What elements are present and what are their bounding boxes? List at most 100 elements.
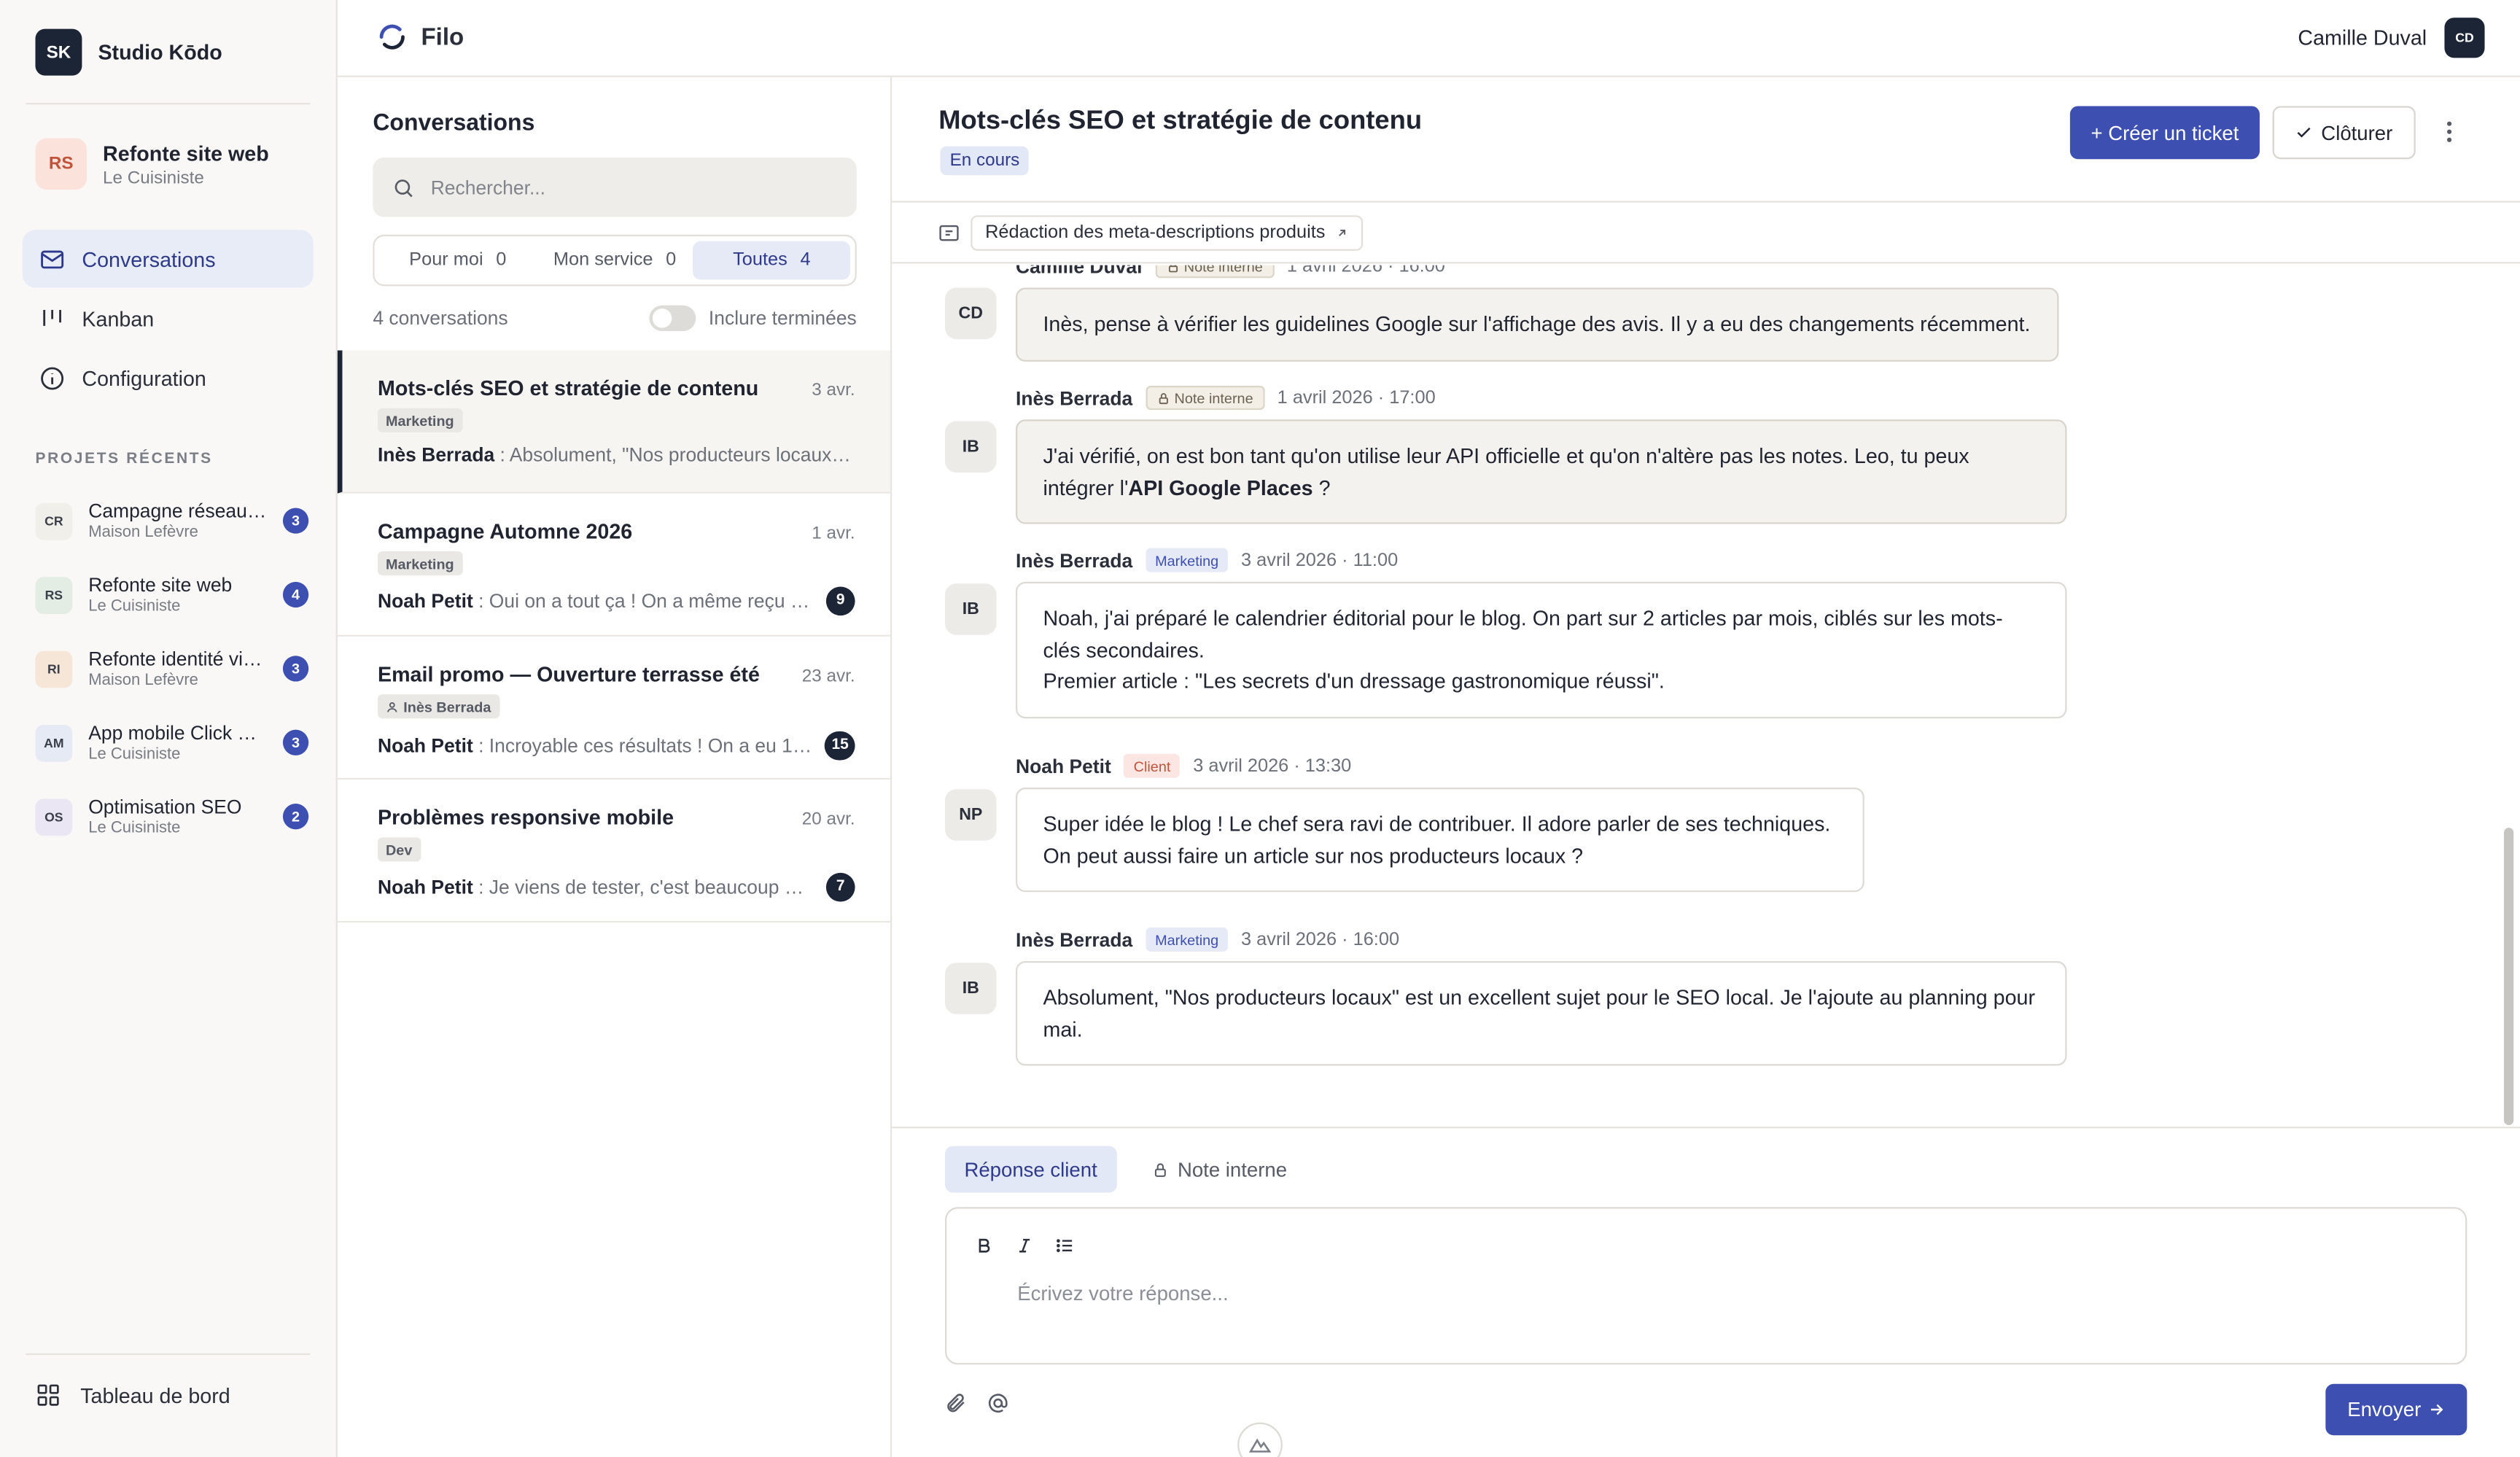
divider [26,1353,311,1356]
preview-text: : Incroyable ces résultats ! On a eu 1… [472,734,812,757]
search-input[interactable]: Rechercher... [373,158,857,217]
create-ticket-button[interactable]: + Créer un ticket [2069,106,2260,160]
toggle-switch[interactable] [649,305,696,332]
nav-dashboard[interactable]: Tableau de bord [35,1383,230,1408]
thread-scrollbar[interactable] [2503,828,2514,1125]
preview-text: : Je viens de tester, c'est beaucoup mie… [472,875,820,898]
avatar: IB [945,421,997,473]
recent-project-item[interactable]: CR Campagne réseau… Maison Lefèvre 3 [35,489,309,553]
tab-count: 0 [666,250,677,271]
search-placeholder: Rechercher... [430,176,546,199]
conversation-preview: Noah Petit : Oui on a tout ça ! On a mêm… [378,589,820,612]
user-name: Camille Duval [2298,26,2427,50]
recent-project-item[interactable]: OS Optimisation SEO Le Cuisiniste 2 [35,785,309,849]
recent-project-count: 3 [282,508,309,534]
send-button[interactable]: Envoyer [2325,1383,2468,1436]
recent-project-item[interactable]: RS Refonte site web Le Cuisiniste 4 [35,562,309,626]
conversation-item[interactable]: Mots-clés SEO et stratégie de contenu 3 a… [337,350,891,494]
recent-project-item[interactable]: RI Refonte identité vi… Maison Lefèvre 3 [35,637,309,701]
message-header: Noah Petit Client 3 avril 2026 · 13:30 [1015,753,1352,778]
mention-icon[interactable] [987,1392,1009,1415]
message-thread[interactable]: Camille Duval Note interne 1 avril 2026 … [892,265,2520,1129]
workspace-switcher[interactable]: SK Studio Kōdo [35,28,222,76]
tab-toutes[interactable]: Toutes 4 [693,241,851,280]
avatar: IB [945,963,997,1014]
bullet-list-icon[interactable] [1053,1233,1077,1257]
conversation-item[interactable]: Problèmes responsive mobile 20 avr. Dev N… [337,780,891,923]
conversation-item[interactable]: Email promo — Ouverture terrasse été 23 a… [337,637,891,780]
message-text: ? [1312,475,1331,500]
preview-author: Inès Berrada [377,443,495,466]
recent-project-name: Optimisation SEO [88,796,242,818]
send-label: Envoyer [2347,1398,2422,1421]
avatar: CD [945,287,997,340]
nav-kanban[interactable]: Kanban [23,290,314,347]
more-options-icon[interactable] [2438,116,2461,148]
message-time: 3 avril 2026 · 13:30 [1193,756,1352,776]
user-icon [387,701,397,712]
message-bubble: Inès, pense à vérifier les guidelines Go… [1015,287,2059,361]
nav-configuration[interactable]: Configuration [23,349,314,406]
nav-conversations[interactable]: Conversations [22,230,314,288]
tab-client-reply[interactable]: Réponse client [945,1146,1117,1193]
conversation-header: Mots-clés SEO et stratégie de contenu En… [892,77,2520,203]
linked-ticket-chip[interactable]: Rédaction des meta-descriptions produits [971,215,1363,251]
preview-author: Noah Petit [377,588,473,612]
paperclip-icon[interactable] [945,1392,968,1415]
nav-label: Configuration [82,365,206,390]
conversation-date: 1 avr. [812,524,855,543]
app-logo[interactable]: Filo [376,21,464,53]
reply-mode-tabs: Réponse client Note interne [945,1146,1307,1193]
recent-project-client: Maison Lefèvre [88,524,198,542]
conversation-preview: Noah Petit : Incroyable ces résultats ! … [378,734,812,756]
attachment-tools [945,1392,1009,1415]
conversation-item[interactable]: Campagne Automne 2026 1 avr. Marketing No… [337,494,891,637]
toggle-label: Inclure terminées [708,306,857,330]
italic-icon[interactable] [1013,1233,1037,1257]
team-badge: Marketing [1145,548,1229,572]
topbar: Filo Camille Duval CD [337,0,2520,77]
recent-project-item[interactable]: AM App mobile Click … Le Cuisiniste 3 [35,710,309,774]
bold-icon[interactable] [972,1233,996,1257]
message-header: Inès Berrada Marketing 3 avril 2026 · 11… [1016,548,1398,572]
tab-internal-note[interactable]: Note interne [1132,1146,1306,1193]
message-text: Premier article : "Les secrets d'un dres… [1043,668,1665,693]
dashboard-label: Tableau de bord [80,1383,230,1407]
recent-project-client: Le Cuisiniste [88,820,181,838]
current-project[interactable]: RS Refonte site web Le Cuisiniste [35,138,269,190]
workspace-name: Studio Kōdo [98,40,222,65]
unread-count: 7 [825,871,855,901]
recent-project-name: App mobile Click … [88,721,257,745]
workspace-logo: SK [35,28,82,76]
internal-note-badge: Note interne [1155,265,1275,279]
conversation-date: 20 avr. [801,809,855,830]
project-name: Refonte site web [103,140,269,165]
editor-placeholder: Écrivez votre réponse... [1017,1282,1229,1305]
tab-pour-moi[interactable]: Pour moi 0 [379,241,536,280]
nav-label: Conversations [82,246,216,271]
include-closed-toggle[interactable]: Inclure terminées [649,305,857,332]
message-bubble: J'ai vérifié, on est bon tant qu'on util… [1015,419,2067,524]
kanban-icon [43,308,61,325]
unread-count: 15 [825,730,855,760]
search-icon [394,179,413,197]
recent-project-count: 3 [282,729,309,755]
tab-mon-service[interactable]: Mon service 0 [536,241,693,280]
reply-editor[interactable]: Écrivez votre réponse... [945,1207,2468,1365]
external-link-icon [1338,230,1345,236]
ticket-icon [939,225,959,241]
message-author: Camille Duval [1015,265,1143,278]
recent-project-client: Le Cuisiniste [88,745,181,764]
conversation-title: Mots-clés SEO et stratégie de contenu [377,376,759,400]
tab-count: 0 [496,250,507,271]
linked-ticket-bar: Rédaction des meta-descriptions produits [892,203,2520,264]
user-menu[interactable]: Camille Duval CD [2298,18,2485,58]
recent-project-avatar: RS [35,576,73,613]
message-author: Noah Petit [1015,754,1111,777]
floating-widget-button[interactable] [1237,1422,1283,1457]
close-conversation-button[interactable]: Clôturer [2272,106,2416,160]
conversation-title: Email promo — Ouverture terrasse été [377,662,760,687]
conversation-title: Campagne Automne 2026 [377,518,633,543]
editor-toolbar [972,1233,1076,1257]
lock-icon [1168,265,1178,272]
